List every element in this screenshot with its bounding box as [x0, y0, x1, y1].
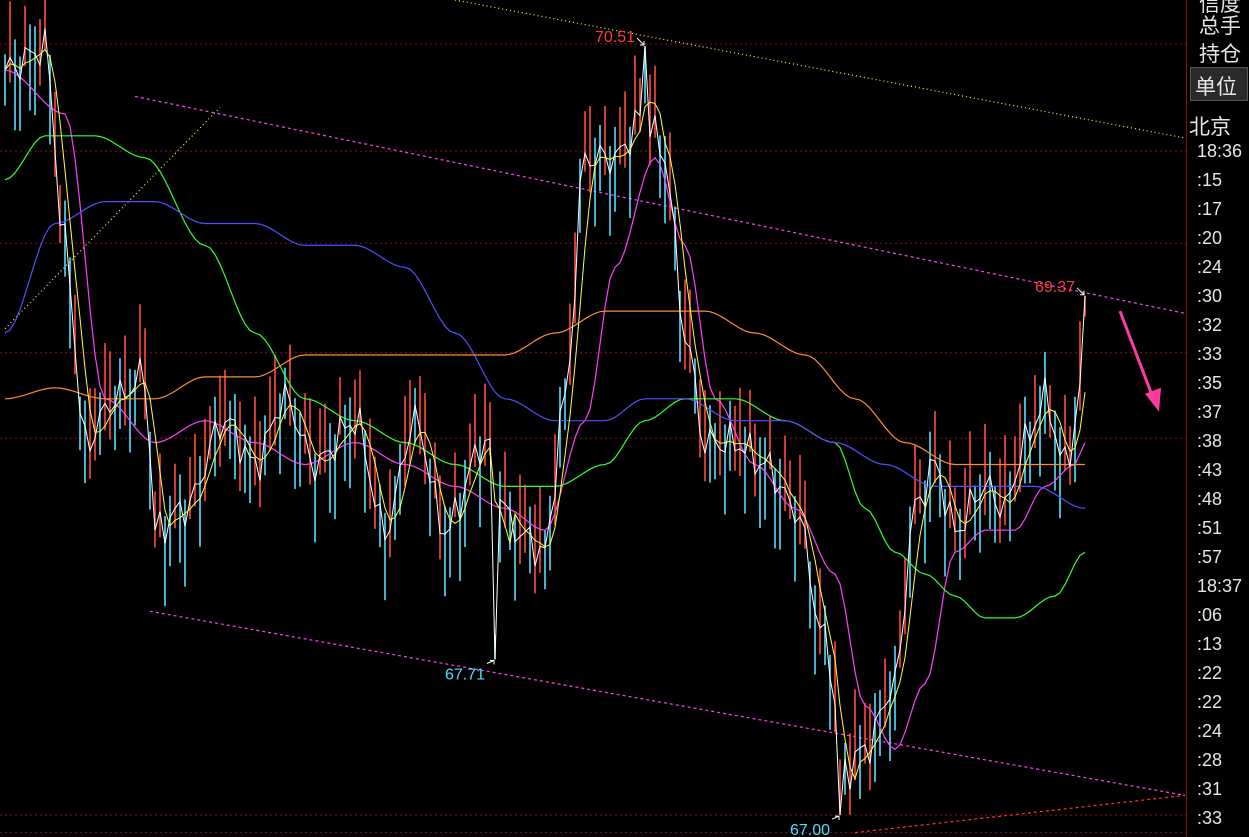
- label-open-interest: 持仓: [1199, 42, 1241, 66]
- fast-ma-line: [4, 48, 1086, 781]
- price-line: [4, 28, 1086, 816]
- MA-blue-line: [4, 201, 1086, 509]
- price-marker-label: 67.71: [445, 667, 485, 684]
- label-total-volume: 总手: [1199, 14, 1241, 38]
- tick-time-item: :28: [1197, 750, 1223, 770]
- grid-lines: [0, 43, 1186, 834]
- price-marker-label: 70.51: [595, 29, 635, 46]
- tick-time-item: :33: [1197, 808, 1223, 828]
- tick-time-item: :20: [1197, 228, 1223, 248]
- tick-time-item: :24: [1197, 721, 1223, 741]
- tick-bars: [4, 0, 1086, 816]
- tick-time-item: :24: [1197, 257, 1223, 277]
- tick-time-item: :06: [1197, 605, 1223, 625]
- tick-time-item: 18:37: [1197, 576, 1243, 596]
- price-marker: 67.71: [445, 660, 495, 684]
- tick-time-item: :32: [1197, 315, 1223, 335]
- city-label: 北京: [1189, 115, 1231, 139]
- channel-upper-line: [134, 95, 1186, 314]
- price-marker-pointer: [486, 660, 495, 665]
- tick-time-item: 18:36: [1197, 141, 1243, 161]
- tick-time-item: :22: [1197, 692, 1223, 712]
- down-arrow-head: [1145, 387, 1161, 412]
- tick-time-item: :30: [1197, 286, 1223, 306]
- bottom-line-line: [854, 794, 1186, 834]
- price-markers: 70.51 69.37 67.71 67.00: [445, 29, 1085, 837]
- price-line: [4, 28, 1086, 816]
- unit-button-label: 单位: [1195, 75, 1237, 99]
- tick-time-item: :57: [1197, 547, 1223, 567]
- side-panel: 信度 总手 持仓 单位 北京 18:36:15:17:20:24:30:32:3…: [1186, 0, 1249, 837]
- tick-time-item: :33: [1197, 344, 1223, 364]
- moving-averages: [4, 69, 1086, 751]
- tick-time-item: :48: [1197, 489, 1223, 509]
- down-arrow-shaft: [1118, 310, 1155, 399]
- trend-channels: [4, 0, 1186, 834]
- tick-time-item: :13: [1197, 634, 1223, 654]
- tick-time-item: :35: [1197, 373, 1223, 393]
- tick-time-item: :37: [1197, 402, 1223, 422]
- price-marker: 69.37: [1035, 279, 1085, 296]
- tick-time-item: :43: [1197, 460, 1223, 480]
- tick-time-item: :15: [1197, 170, 1223, 190]
- price-marker-label: 67.00: [790, 822, 830, 837]
- price-marker: 67.00: [790, 815, 840, 837]
- channel-lower-line: [149, 610, 1186, 796]
- price-marker-pointer: [831, 815, 840, 821]
- tick-time-item: :31: [1197, 779, 1223, 799]
- MA-pink-line: [4, 69, 1086, 751]
- tick-time-item: :17: [1197, 199, 1223, 219]
- price-marker-label: 69.37: [1035, 279, 1075, 296]
- price-chart: 70.51 69.37 67.71 67.00: [0, 0, 1186, 837]
- tick-time-item: :22: [1197, 663, 1223, 683]
- tick-time-item: :38: [1197, 431, 1223, 451]
- annotation-arrow: [1118, 310, 1161, 412]
- tick-time-item: :51: [1197, 518, 1223, 538]
- unit-button[interactable]: 单位: [1190, 67, 1248, 101]
- upper-trend-line: [454, 0, 1186, 139]
- MA-orange-line: [4, 310, 1085, 466]
